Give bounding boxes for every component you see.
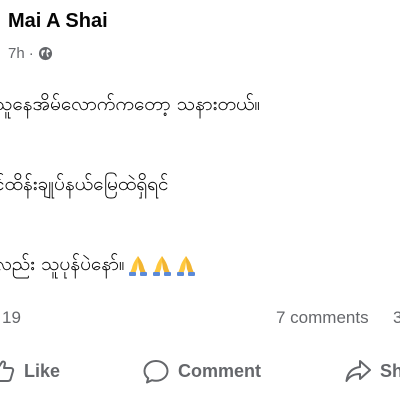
post-action-bar: Like Comment Sh: [0, 358, 400, 388]
comments-count[interactable]: 7 comments: [276, 308, 369, 328]
folded-hands-icon: [128, 255, 147, 276]
post-meta: 7h ·: [8, 45, 53, 62]
share-button[interactable]: Sh: [344, 358, 400, 384]
share-icon: [345, 360, 371, 382]
globe-icon[interactable]: [38, 46, 53, 61]
like-button[interactable]: Like: [0, 358, 60, 384]
like-label: Like: [24, 360, 61, 381]
share-label: Sh: [380, 360, 400, 381]
post-text-line-3: လည်း သူပုန်ပဲနော်။: [0, 252, 199, 280]
folded-hands-icon: [176, 255, 195, 276]
post-text-line-2: င်ထိန်းချုပ်နယ်မြေထဲရှိရင်: [0, 173, 169, 195]
meta-separator: ·: [28, 45, 34, 62]
folded-hands-icon: [152, 255, 171, 276]
emoji-group: [127, 254, 199, 276]
shares-count[interactable]: 3: [393, 308, 400, 328]
reactions-count[interactable]: 19: [2, 308, 21, 328]
thumbs-up-icon: [0, 360, 15, 382]
post-timestamp[interactable]: 7h: [8, 45, 25, 62]
post-author-name[interactable]: Mai A Shai: [8, 10, 108, 33]
comment-icon: [143, 360, 169, 384]
post-stats: 19 7 comments 3: [0, 308, 400, 330]
comment-button[interactable]: Comment: [142, 358, 261, 384]
post-text-line-3-text: လည်း သူပုန်ပဲနော်။: [0, 253, 125, 275]
post-text-line-1: သူနေအိမ်လောက်ကတော့ သနားတယ်။: [0, 93, 261, 115]
comment-label: Comment: [178, 360, 262, 381]
